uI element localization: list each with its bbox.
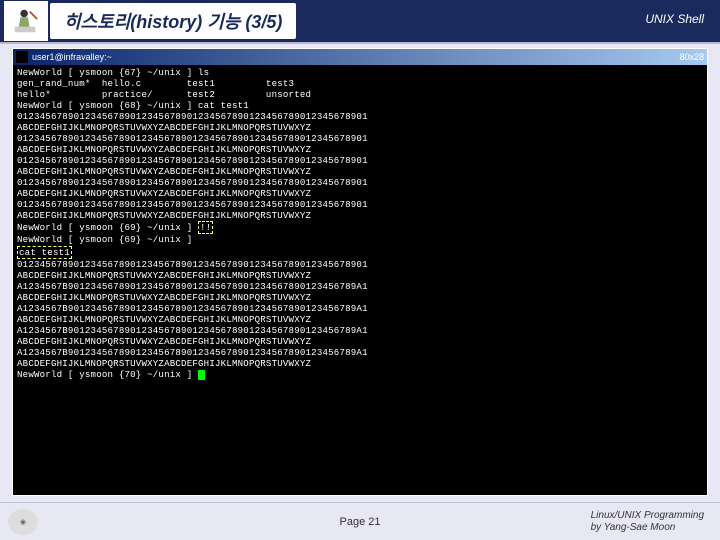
course-name: Linux/UNIX Programming [591, 510, 704, 522]
term-line: NewWorld [ ysmoon {68} ~/unix ] cat test… [17, 100, 249, 111]
term-line: hello* practice/ test2 unsorted [17, 89, 311, 100]
term-line: ABCDEFGHIJKLMNOPQRSTUVWXYZABCDEFGHIJKLMN… [17, 210, 311, 221]
term-line: gen_rand_num* hello.c test1 test3 [17, 78, 294, 89]
terminal-size: 80x28 [679, 52, 704, 62]
term-line: ABCDEFGHIJKLMNOPQRSTUVWXYZABCDEFGHIJKLMN… [17, 358, 311, 369]
slide-footer: ◉ Page 21 Linux/UNIX Programming by Yang… [0, 502, 720, 540]
author-name: by Yang-Sae Moon [591, 522, 704, 534]
term-line: 0123456789012345678901234567890123456789… [17, 133, 368, 144]
term-line: ABCDEFGHIJKLMNOPQRSTUVWXYZABCDEFGHIJKLMN… [17, 336, 311, 347]
terminal-icon [16, 51, 28, 63]
term-line: ABCDEFGHIJKLMNOPQRSTUVWXYZABCDEFGHIJKLMN… [17, 122, 311, 133]
term-line: ABCDEFGHIJKLMNOPQRSTUVWXYZABCDEFGHIJKLMN… [17, 144, 311, 155]
term-line: 0123456789012345678901234567890123456789… [17, 155, 368, 166]
slide-title: 히스토리(history) 기능 (3/5) [64, 8, 282, 34]
term-line: NewWorld [ ysmoon {69} ~/unix ] [17, 222, 198, 233]
cursor-icon [198, 370, 205, 380]
footer-credits: Linux/UNIX Programming by Yang-Sae Moon [591, 510, 704, 534]
slide-header: 히스토리(history) 기능 (3/5) UNIX Shell [0, 0, 720, 44]
header-subtitle: UNIX Shell [645, 12, 704, 26]
writer-icon [11, 6, 41, 36]
term-line: 0123456789012345678901234567890123456789… [17, 111, 368, 122]
term-line: 0123456789012345678901234567890123456789… [17, 177, 368, 188]
term-line: A1234567B9012345678901234567890123456789… [17, 303, 368, 314]
term-line: A1234567B9012345678901234567890123456789… [17, 325, 368, 336]
term-line: NewWorld [ ysmoon {70} ~/unix ] [17, 369, 198, 380]
terminal-titlebar: user1@infravalley:~ 80x28 [13, 49, 707, 65]
term-line: ABCDEFGHIJKLMNOPQRSTUVWXYZABCDEFGHIJKLMN… [17, 166, 311, 177]
highlight-cat-test1: cat test1 [17, 246, 72, 259]
header-icon [4, 1, 48, 41]
highlight-bang-bang: !! [198, 221, 213, 234]
footer-logo-icon: ◉ [8, 509, 38, 535]
term-line: ABCDEFGHIJKLMNOPQRSTUVWXYZABCDEFGHIJKLMN… [17, 270, 311, 281]
term-line: NewWorld [ ysmoon {67} ~/unix ] ls [17, 67, 209, 78]
term-line: A1234567B9012345678901234567890123456789… [17, 347, 368, 358]
page-number: Page 21 [340, 516, 381, 528]
term-line: ABCDEFGHIJKLMNOPQRSTUVWXYZABCDEFGHIJKLMN… [17, 188, 311, 199]
term-line: NewWorld [ ysmoon {69} ~/unix ] [17, 234, 192, 245]
term-line: 0123456789012345678901234567890123456789… [17, 199, 368, 210]
term-line: A1234567B9012345678901234567890123456789… [17, 281, 368, 292]
term-line: ABCDEFGHIJKLMNOPQRSTUVWXYZABCDEFGHIJKLMN… [17, 314, 311, 325]
header-title-wrap: 히스토리(history) 기능 (3/5) [50, 3, 296, 39]
term-line: 0123456789012345678901234567890123456789… [17, 259, 368, 270]
terminal-body: NewWorld [ ysmoon {67} ~/unix ] ls gen_r… [13, 65, 707, 495]
term-line: ABCDEFGHIJKLMNOPQRSTUVWXYZABCDEFGHIJKLMN… [17, 292, 311, 303]
terminal-title: user1@infravalley:~ [32, 52, 112, 62]
terminal-window: user1@infravalley:~ 80x28 NewWorld [ ysm… [12, 48, 708, 496]
